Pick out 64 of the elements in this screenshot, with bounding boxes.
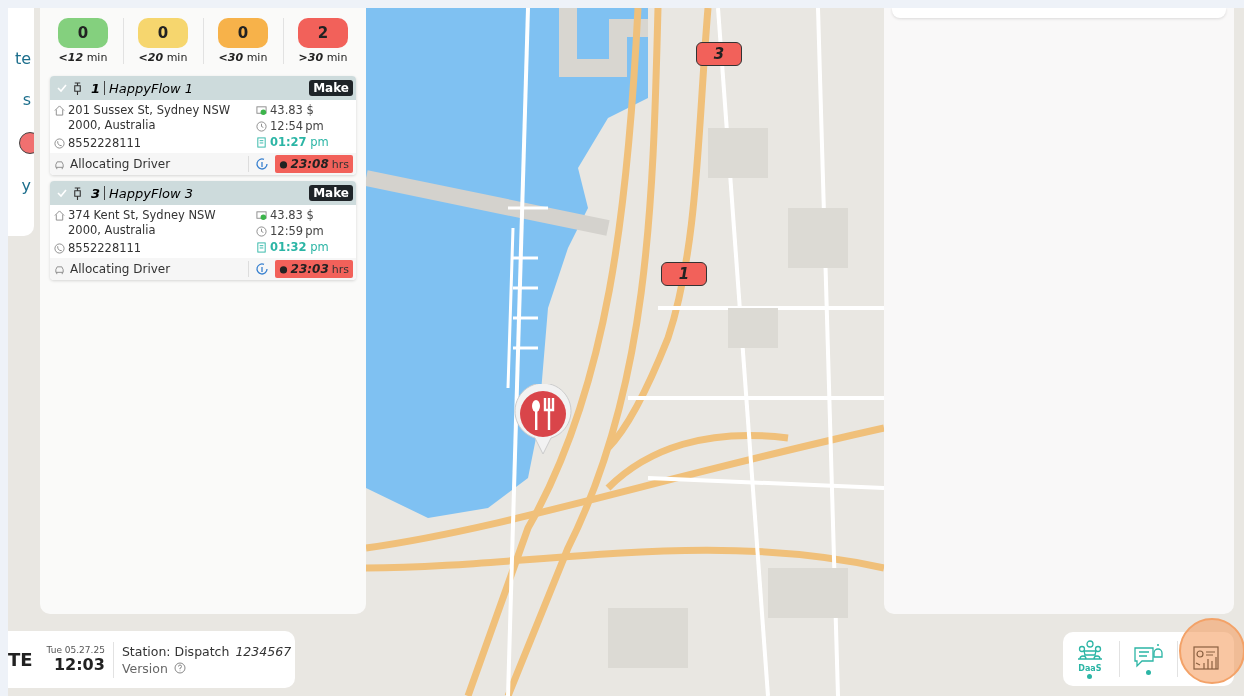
- clock-icon: [256, 121, 267, 132]
- address-text: 374 Kent St, Sydney NSW 2000, Australia: [68, 208, 217, 238]
- driver-status: Allocating Driver: [70, 157, 172, 171]
- menu-item[interactable]: y: [21, 175, 31, 195]
- clock-icon: [256, 226, 267, 237]
- check-icon[interactable]: [56, 187, 68, 199]
- check-icon[interactable]: [56, 82, 68, 94]
- help-icon[interactable]: [173, 662, 186, 674]
- time-range-label: <20 min: [138, 51, 188, 64]
- phone-number: 8552228111: [68, 136, 142, 151]
- toolbar-label: DaaS: [1078, 664, 1102, 673]
- date-text: Tue 05.27.25: [46, 645, 105, 655]
- price-text: 43.83 $: [270, 208, 314, 223]
- order-card[interactable]: 1 HappyFlow 1 Make 201 Sussex St, Sydney NSW 2000, Australia 8552228111 43.83 $ 12:54 pm 01:27 pm Allocating Driver 23:08 hrs: [50, 76, 356, 175]
- car-icon: [54, 159, 65, 171]
- count-badge[interactable]: 0: [58, 18, 108, 48]
- map-marker[interactable]: 3: [696, 42, 742, 66]
- menu-item[interactable]: s: [22, 90, 31, 110]
- order-time: 12:54 pm: [270, 119, 324, 134]
- count-badge[interactable]: 0: [218, 18, 268, 48]
- elapsed-timer: 23:03 hrs: [274, 260, 353, 278]
- due-time: 01:32 pm: [270, 240, 329, 255]
- driver-status: Allocating Driver: [70, 262, 172, 276]
- station-name: Station: Dispatch: [121, 643, 230, 659]
- calendar-icon: [256, 137, 267, 148]
- map-marker[interactable]: 1: [661, 262, 707, 286]
- calendar-icon: [256, 242, 267, 253]
- phone-number: 8552228111: [68, 241, 142, 256]
- chat-bell-icon[interactable]: [1133, 643, 1164, 669]
- address-text: 201 Sussex St, Sydney NSW 2000, Australia: [68, 103, 232, 133]
- phone-icon: [54, 243, 65, 254]
- cash-icon: [256, 210, 267, 221]
- time-range-label: >30 min: [298, 51, 348, 64]
- time-range-label: <12 min: [58, 51, 108, 64]
- order-number: 1: [91, 80, 101, 96]
- order-time: 12:59 pm: [270, 224, 324, 239]
- menu-item[interactable]: te: [14, 49, 31, 69]
- restaurant-pin-icon[interactable]: [513, 384, 573, 456]
- delivery-people-icon[interactable]: [1075, 639, 1104, 663]
- phone-icon: [54, 138, 65, 149]
- order-card[interactable]: 3 HappyFlow 3 Make 374 Kent St, Sydney NSW 2000, Australia 8552228111 43.83 $ 12:59 pm 01:32 pm Allocating Driver 23:03 hrs: [50, 181, 356, 280]
- count-badge[interactable]: 2: [298, 18, 348, 48]
- due-time: 01:27 pm: [270, 135, 329, 150]
- car-icon: [54, 264, 65, 276]
- scooter-icon: [72, 80, 83, 96]
- clock-time: 12:03: [53, 655, 105, 674]
- time-range-label: <30 min: [218, 51, 268, 64]
- version-label: Version: [121, 660, 168, 676]
- home-icon: [54, 105, 65, 116]
- elapsed-timer: 23:08 hrs: [274, 155, 353, 173]
- order-number: 3: [91, 185, 101, 201]
- order-name: HappyFlow 3: [109, 185, 195, 201]
- logo-text: TE: [8, 649, 33, 670]
- home-icon: [54, 210, 65, 221]
- status-badge: Make: [309, 185, 353, 201]
- refresh-icon[interactable]: [253, 156, 270, 172]
- cash-icon: [256, 105, 267, 116]
- status-badge: Make: [309, 80, 353, 96]
- scooter-icon: [72, 185, 83, 201]
- order-name: HappyFlow 1: [109, 80, 195, 96]
- station-id: 1234567: [235, 643, 292, 659]
- count-badge[interactable]: 0: [138, 18, 188, 48]
- price-text: 43.83 $: [270, 103, 314, 118]
- refresh-icon[interactable]: [253, 261, 270, 277]
